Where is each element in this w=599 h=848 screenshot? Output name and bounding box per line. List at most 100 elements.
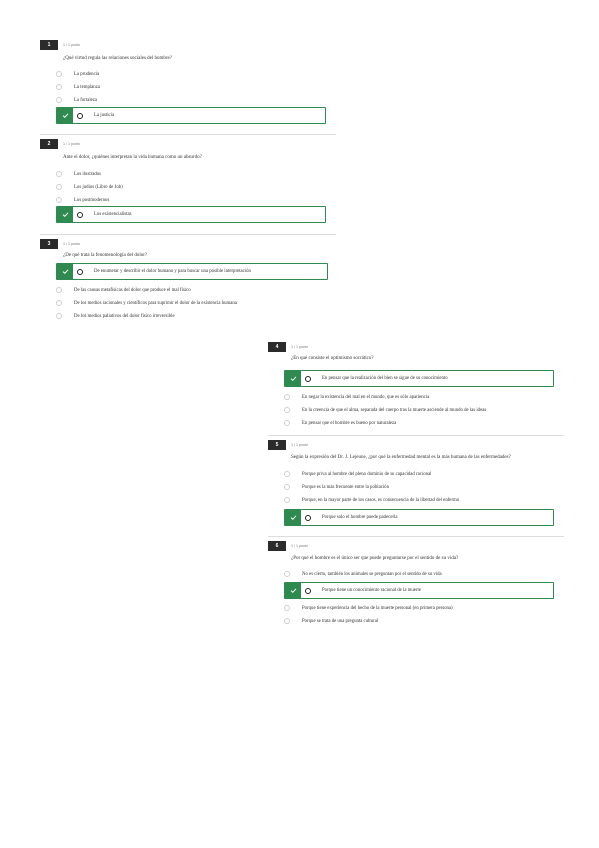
- selected-answer[interactable]: Porque tiene un conocimiento racional de…: [284, 582, 554, 599]
- answer-option[interactable]: Porque se trata de una pregunta cultural: [284, 615, 378, 627]
- radio-icon[interactable]: [284, 471, 290, 477]
- answer-label: De los medios racionales y científicos p…: [74, 300, 237, 306]
- answer-option[interactable]: En pensar que el hombre es bueno por nat…: [284, 417, 396, 429]
- check-icon: [290, 376, 296, 382]
- question-points: 1 / 1 punto: [63, 242, 80, 246]
- question-header: 3 1 / 1 punto: [40, 239, 80, 249]
- check-icon: [290, 515, 296, 521]
- radio-icon[interactable]: [284, 407, 290, 413]
- correct-marker: [57, 264, 73, 279]
- radio-icon[interactable]: [284, 484, 290, 490]
- question-points: 1 / 1 punto: [63, 142, 80, 146]
- radio-icon[interactable]: [56, 97, 62, 103]
- answer-label: Porque tiene un conocimiento racional de…: [322, 588, 421, 593]
- radio-icon[interactable]: [284, 497, 290, 503]
- question-number-badge: 2: [40, 139, 58, 149]
- answer-option[interactable]: La fortaleza: [56, 94, 97, 106]
- quiz-panel-bottom: 4 1 / 1 punto ¿En qué consiste el optimi…: [268, 338, 564, 630]
- answer-label: Porque se trata de una pregunta cultural: [302, 618, 379, 624]
- answer-label: En pensar que el hombre es bueno por nat…: [302, 420, 397, 426]
- radio-selected-icon[interactable]: [77, 268, 83, 275]
- answer-option[interactable]: La prudencia: [56, 68, 99, 80]
- question-header: 2 1 / 1 punto: [40, 139, 80, 149]
- answer-option[interactable]: Porque priva al hombre del pleno dominio…: [284, 468, 431, 480]
- answer-option[interactable]: Los postmodernos: [56, 194, 109, 206]
- answer-label: De los medios paliativos del dolor físic…: [74, 313, 175, 319]
- answer-label: Porque, en la mayor parte de los casos, …: [302, 497, 460, 503]
- divider: [268, 536, 564, 537]
- answer-label: En pensar que la realización del bien se…: [322, 376, 448, 381]
- answer-option[interactable]: En la creencia de que el alma, separada …: [284, 404, 486, 416]
- answer-option[interactable]: Los judíos (Libro de Job): [56, 181, 123, 193]
- answer-label: Los ilustrados: [74, 171, 102, 177]
- question-header: 5 1 / 1 punto: [268, 440, 308, 450]
- radio-icon[interactable]: [284, 605, 290, 611]
- answer-option[interactable]: No es cierto, también los animales se pr…: [284, 568, 442, 580]
- radio-icon[interactable]: [56, 171, 62, 177]
- answer-label: La templanza: [74, 84, 100, 90]
- answer-option[interactable]: Porque, en la mayor parte de los casos, …: [284, 494, 459, 506]
- answer-label: No es cierto, también los animales se pr…: [302, 571, 442, 577]
- radio-selected-icon[interactable]: [305, 514, 311, 521]
- question-header: 6 1 / 1 punto: [268, 541, 308, 551]
- answer-option[interactable]: De los medios paliativos del dolor físic…: [56, 310, 175, 322]
- radio-icon[interactable]: [56, 71, 62, 77]
- answer-label: En negar la existencia del mal en el mun…: [302, 394, 430, 400]
- radio-icon[interactable]: [56, 313, 62, 319]
- check-icon: [62, 269, 68, 275]
- question-text: ¿Por qué el hombre es el único ser que p…: [291, 556, 459, 561]
- answer-option[interactable]: En negar la existencia del mal en el mun…: [284, 391, 429, 403]
- radio-selected-icon[interactable]: [305, 375, 311, 382]
- answer-label: Porque es la más frecuente entre la pobl…: [302, 484, 389, 490]
- radio-icon[interactable]: [56, 184, 62, 190]
- answer-option[interactable]: De los medios racionales y científicos p…: [56, 297, 237, 309]
- question-number-badge: 4: [268, 342, 286, 352]
- answer-label: Porque solo el hombre puede padecerla: [322, 515, 398, 520]
- question-points: 1 / 1 punto: [291, 544, 308, 548]
- correct-marker: [57, 108, 73, 123]
- answer-option[interactable]: De las causas metafísicas del dolor que …: [56, 284, 191, 296]
- radio-icon[interactable]: [284, 618, 290, 624]
- radio-selected-icon[interactable]: [305, 587, 311, 594]
- radio-icon[interactable]: [56, 84, 62, 90]
- radio-icon[interactable]: [56, 287, 62, 293]
- answer-label: Porque priva al hombre del pleno dominio…: [302, 471, 432, 477]
- selected-answer[interactable]: En pensar que la realización del bien se…: [284, 370, 554, 387]
- divider: [40, 134, 336, 135]
- radio-icon[interactable]: [284, 571, 290, 577]
- answer-option[interactable]: La templanza: [56, 81, 100, 93]
- answer-option[interactable]: Los ilustrados: [56, 168, 101, 180]
- quiz-panel-top: 1 1 / 1 punto ¿Qué virtud regula las rel…: [40, 36, 336, 326]
- answer-label: De las causas metafísicas del dolor que …: [74, 287, 191, 293]
- answer-option[interactable]: Porque es la más frecuente entre la pobl…: [284, 481, 389, 493]
- question-text: ¿En qué consiste el optimismo socrático?: [291, 356, 374, 361]
- question-points: 1 / 1 punto: [291, 443, 308, 447]
- radio-icon[interactable]: [284, 394, 290, 400]
- divider: [40, 234, 336, 235]
- question-text: Según la expresión del Dr. J. Lejeune, ¿…: [291, 455, 511, 460]
- answer-label: La fortaleza: [74, 97, 98, 103]
- check-icon: [62, 113, 68, 119]
- question-header: 4 1 / 1 punto: [268, 342, 308, 352]
- divider: [268, 435, 564, 436]
- selected-answer[interactable]: Los existencialistas: [56, 206, 326, 223]
- selected-answer[interactable]: Porque solo el hombre puede padecerla: [284, 509, 554, 526]
- radio-icon[interactable]: [284, 420, 290, 426]
- answer-label: En la creencia de que el alma, separada …: [302, 407, 487, 413]
- answer-label: Los judíos (Libro de Job): [74, 184, 123, 190]
- radio-selected-icon[interactable]: [77, 112, 83, 119]
- correct-marker: [57, 207, 73, 222]
- question-number-badge: 1: [40, 40, 58, 50]
- selected-answer[interactable]: De enumerar y describir el dolor humano …: [56, 263, 328, 280]
- question-points: 1 / 1 punto: [63, 43, 80, 47]
- correct-marker: [285, 371, 301, 386]
- answer-label: Los existencialistas: [94, 212, 132, 217]
- question-number-badge: 3: [40, 239, 58, 249]
- answer-option[interactable]: Porque tiene experiencia del hecho de la…: [284, 602, 453, 614]
- radio-selected-icon[interactable]: [77, 211, 83, 218]
- radio-icon[interactable]: [56, 300, 62, 306]
- radio-icon[interactable]: [56, 197, 62, 203]
- answer-label: De enumerar y describir el dolor humano …: [94, 269, 251, 274]
- selected-answer[interactable]: La justicia: [56, 107, 326, 124]
- question-text: Ante el dolor, ¿quiénes interpretan la v…: [63, 155, 202, 160]
